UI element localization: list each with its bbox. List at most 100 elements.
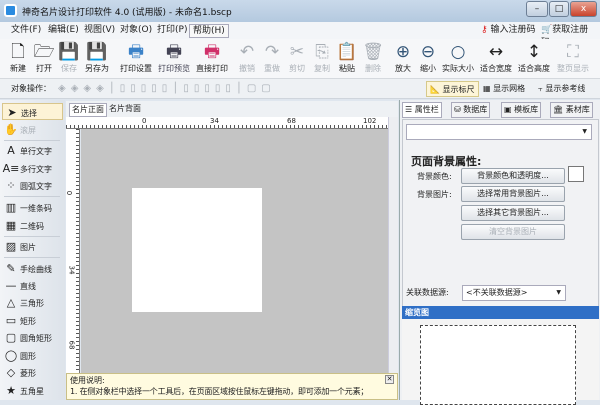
tool-triangle[interactable]: △ 三角形	[2, 294, 63, 311]
get-register-code[interactable]: 🛒获取注册码	[538, 24, 600, 48]
enter-register-code[interactable]: ⚷ 输入注册码	[478, 24, 538, 38]
datasource-dropdown[interactable]: <不关联数据源> ▼	[462, 285, 566, 301]
close-button[interactable]: x	[570, 1, 597, 17]
menu-view[interactable]: 视图(V)	[81, 24, 118, 38]
tool-image[interactable]: ▨ 图片	[2, 238, 63, 255]
rectangle-icon: ▭	[5, 314, 17, 327]
print-preview-icon: 🖶	[165, 42, 183, 62]
line-icon: —	[5, 279, 17, 292]
tool-rectangle[interactable]: ▭ 矩形	[2, 312, 63, 329]
tab-properties[interactable]: ☰ 属性栏	[402, 102, 442, 118]
ruler-label: 34	[67, 265, 76, 275]
thumbnail-view[interactable]	[402, 319, 599, 405]
printer-icon: 🖶	[203, 42, 221, 62]
help-line: 1. 在侧对象栏中选择一个工具后，在页面区域按住鼠标左键拖动，即可添加一个元素；	[70, 387, 369, 396]
tool-pan[interactable]: ✋ 滚屏	[2, 121, 63, 138]
properties-body: ▼ 页面背景属性: 背景颜色: 背景颜色和透明度... 背景图片: 选择常用背景…	[402, 119, 599, 309]
title-bar: 神奇名片设计打印软件 4.0 (试用版) - 未命名1.bscp – □ x	[0, 0, 600, 22]
main-toolbar: 🗋 新建 🗁 打开 💾 保存 💾 另存为 🖶 打印设置 🖶 打印预览 🖶 直接打印 ↶ 撤销 ↷…	[0, 39, 600, 79]
tool-arc-text[interactable]: ⁘ 圆弧文字	[2, 177, 63, 194]
tool-line[interactable]: — 直线	[2, 277, 63, 294]
bg-image-label: 背景图片:	[417, 190, 452, 199]
database-icon: ⛁	[454, 105, 461, 114]
magnifier-icon: ○	[450, 42, 466, 62]
arc-text-icon: ⁘	[6, 179, 16, 192]
right-panel: ☰ 属性栏 ⛁ 数据库 ▣ 模板库 🏛 素材库 ▼ 页面背景属性: 背景颜色: …	[399, 100, 600, 405]
menu-bar: 文件(F) 编辑(E) 视图(V) 对象(O) 打印(P) 帮助(H) ⚷ 输入…	[0, 22, 600, 48]
print-preview-button[interactable]: 🖶 打印预览	[158, 41, 190, 74]
bg-color-swatch[interactable]	[568, 166, 584, 182]
tool-qrcode[interactable]: ▦ 二维码	[2, 217, 63, 234]
close-icon[interactable]: ✕	[385, 375, 394, 384]
save-as-icon: 💾	[86, 42, 108, 62]
tool-freehand[interactable]: ✎ 手绘曲线	[2, 260, 63, 277]
menu-file[interactable]: 文件(F)	[8, 24, 44, 38]
ruler-label: 34	[210, 117, 219, 125]
template-icon: ▣	[504, 105, 512, 114]
tool-barcode[interactable]: ▥ 一维条码	[2, 199, 63, 216]
list-icon: ☰	[405, 105, 413, 114]
object-operations-bar: 对象操作： ◈◈◈◈│▯▯▯▯▯│▯▯▯▯▯│▢▢ 📐 显示标尺 ▦ 显示网格 …	[0, 79, 600, 99]
tool-single-line-text[interactable]: A 单行文字	[2, 142, 63, 159]
circle-icon: ◯	[4, 349, 18, 362]
common-bg-image-button[interactable]: 选择常用背景图片...	[461, 186, 565, 202]
show-guides-toggle[interactable]: ⫟ 显示参考线	[535, 81, 588, 97]
show-grid-toggle[interactable]: ▦ 显示网格	[480, 81, 528, 97]
cart-icon: 🛒	[541, 25, 553, 35]
printer-gear-icon: 🖶	[127, 42, 145, 62]
tool-rounded-rectangle[interactable]: ▢ 圆角矩形	[2, 329, 63, 346]
save-as-button[interactable]: 💾 另存为	[81, 41, 113, 74]
tab-database[interactable]: ⛁ 数据库	[451, 102, 491, 118]
menu-print[interactable]: 打印(P)	[154, 24, 190, 38]
tool-circle[interactable]: ◯ 圆形	[2, 347, 63, 364]
app-icon	[4, 4, 17, 17]
multiline-text-icon: A≡	[2, 162, 20, 175]
canvas-scrollbar[interactable]	[388, 117, 398, 373]
help-title: 使用说明:	[70, 376, 105, 385]
other-bg-image-button[interactable]: 选择其它背景图片...	[461, 205, 565, 221]
menu-edit[interactable]: 编辑(E)	[45, 24, 82, 38]
ruler-label: 0	[65, 190, 74, 196]
text-icon: A	[7, 144, 15, 157]
barcode-icon: ▥	[5, 201, 17, 214]
tool-select[interactable]: ➤ 选择	[2, 103, 63, 120]
ruler-label: 68	[287, 117, 296, 125]
vertical-ruler: 0 34 68	[65, 129, 80, 373]
tool-star[interactable]: ★ 五角星	[2, 382, 63, 399]
tab-card-back[interactable]: 名片背面	[107, 103, 143, 117]
image-icon: ▨	[5, 240, 17, 253]
object-selector-dropdown[interactable]: ▼	[406, 124, 592, 140]
fit-height-icon: ↕	[526, 42, 542, 62]
bg-color-button[interactable]: 背景颜色和透明度...	[461, 168, 565, 184]
ruler-icon: 📐	[430, 85, 440, 94]
horizontal-ruler: 0 34 68 102	[66, 117, 388, 129]
tab-templates[interactable]: ▣ 模板库	[501, 102, 542, 118]
guide-line-icon: ⫟	[538, 84, 543, 93]
thumbnail-page	[420, 325, 576, 405]
star-icon: ★	[6, 384, 16, 397]
tab-card-front[interactable]: 名片正面	[69, 103, 107, 117]
diamond-icon: ◇	[6, 366, 16, 379]
tab-materials[interactable]: 🏛 素材库	[550, 102, 593, 118]
minimize-button[interactable]: –	[526, 1, 548, 17]
business-card-page[interactable]	[132, 188, 262, 312]
design-canvas[interactable]	[81, 129, 388, 373]
maximize-button[interactable]: □	[549, 1, 569, 17]
trash-icon: 🗑	[362, 42, 384, 62]
tool-multi-line-text[interactable]: A≡多行文字	[2, 160, 63, 177]
hand-icon: ✋	[4, 123, 18, 136]
fit-page-button[interactable]: ⛶ 整页显示	[557, 41, 589, 74]
rounded-rectangle-icon: ▢	[5, 331, 17, 344]
show-ruler-toggle[interactable]: 📐 显示标尺	[426, 81, 479, 97]
usage-help-panel: 使用说明: 1. 在侧对象栏中选择一个工具后，在页面区域按住鼠标左键拖动，即可添…	[66, 373, 398, 400]
clear-bg-image-button[interactable]: 清空背景图片	[461, 224, 565, 240]
tool-diamond[interactable]: ◇ 菱形	[2, 364, 63, 381]
menu-object[interactable]: 对象(O)	[117, 24, 155, 38]
fit-width-button[interactable]: ↔ 适合宽度	[480, 41, 512, 74]
print-settings-button[interactable]: 🖶 打印设置	[120, 41, 152, 74]
menu-help[interactable]: 帮助(H)	[189, 24, 229, 38]
zoom-out-icon: ⊖	[420, 42, 436, 62]
direct-print-button[interactable]: 🖶 直接打印	[196, 41, 228, 74]
actual-size-button[interactable]: ○ 实际大小	[442, 41, 474, 74]
fit-height-button[interactable]: ↕ 适合高度	[518, 41, 550, 74]
